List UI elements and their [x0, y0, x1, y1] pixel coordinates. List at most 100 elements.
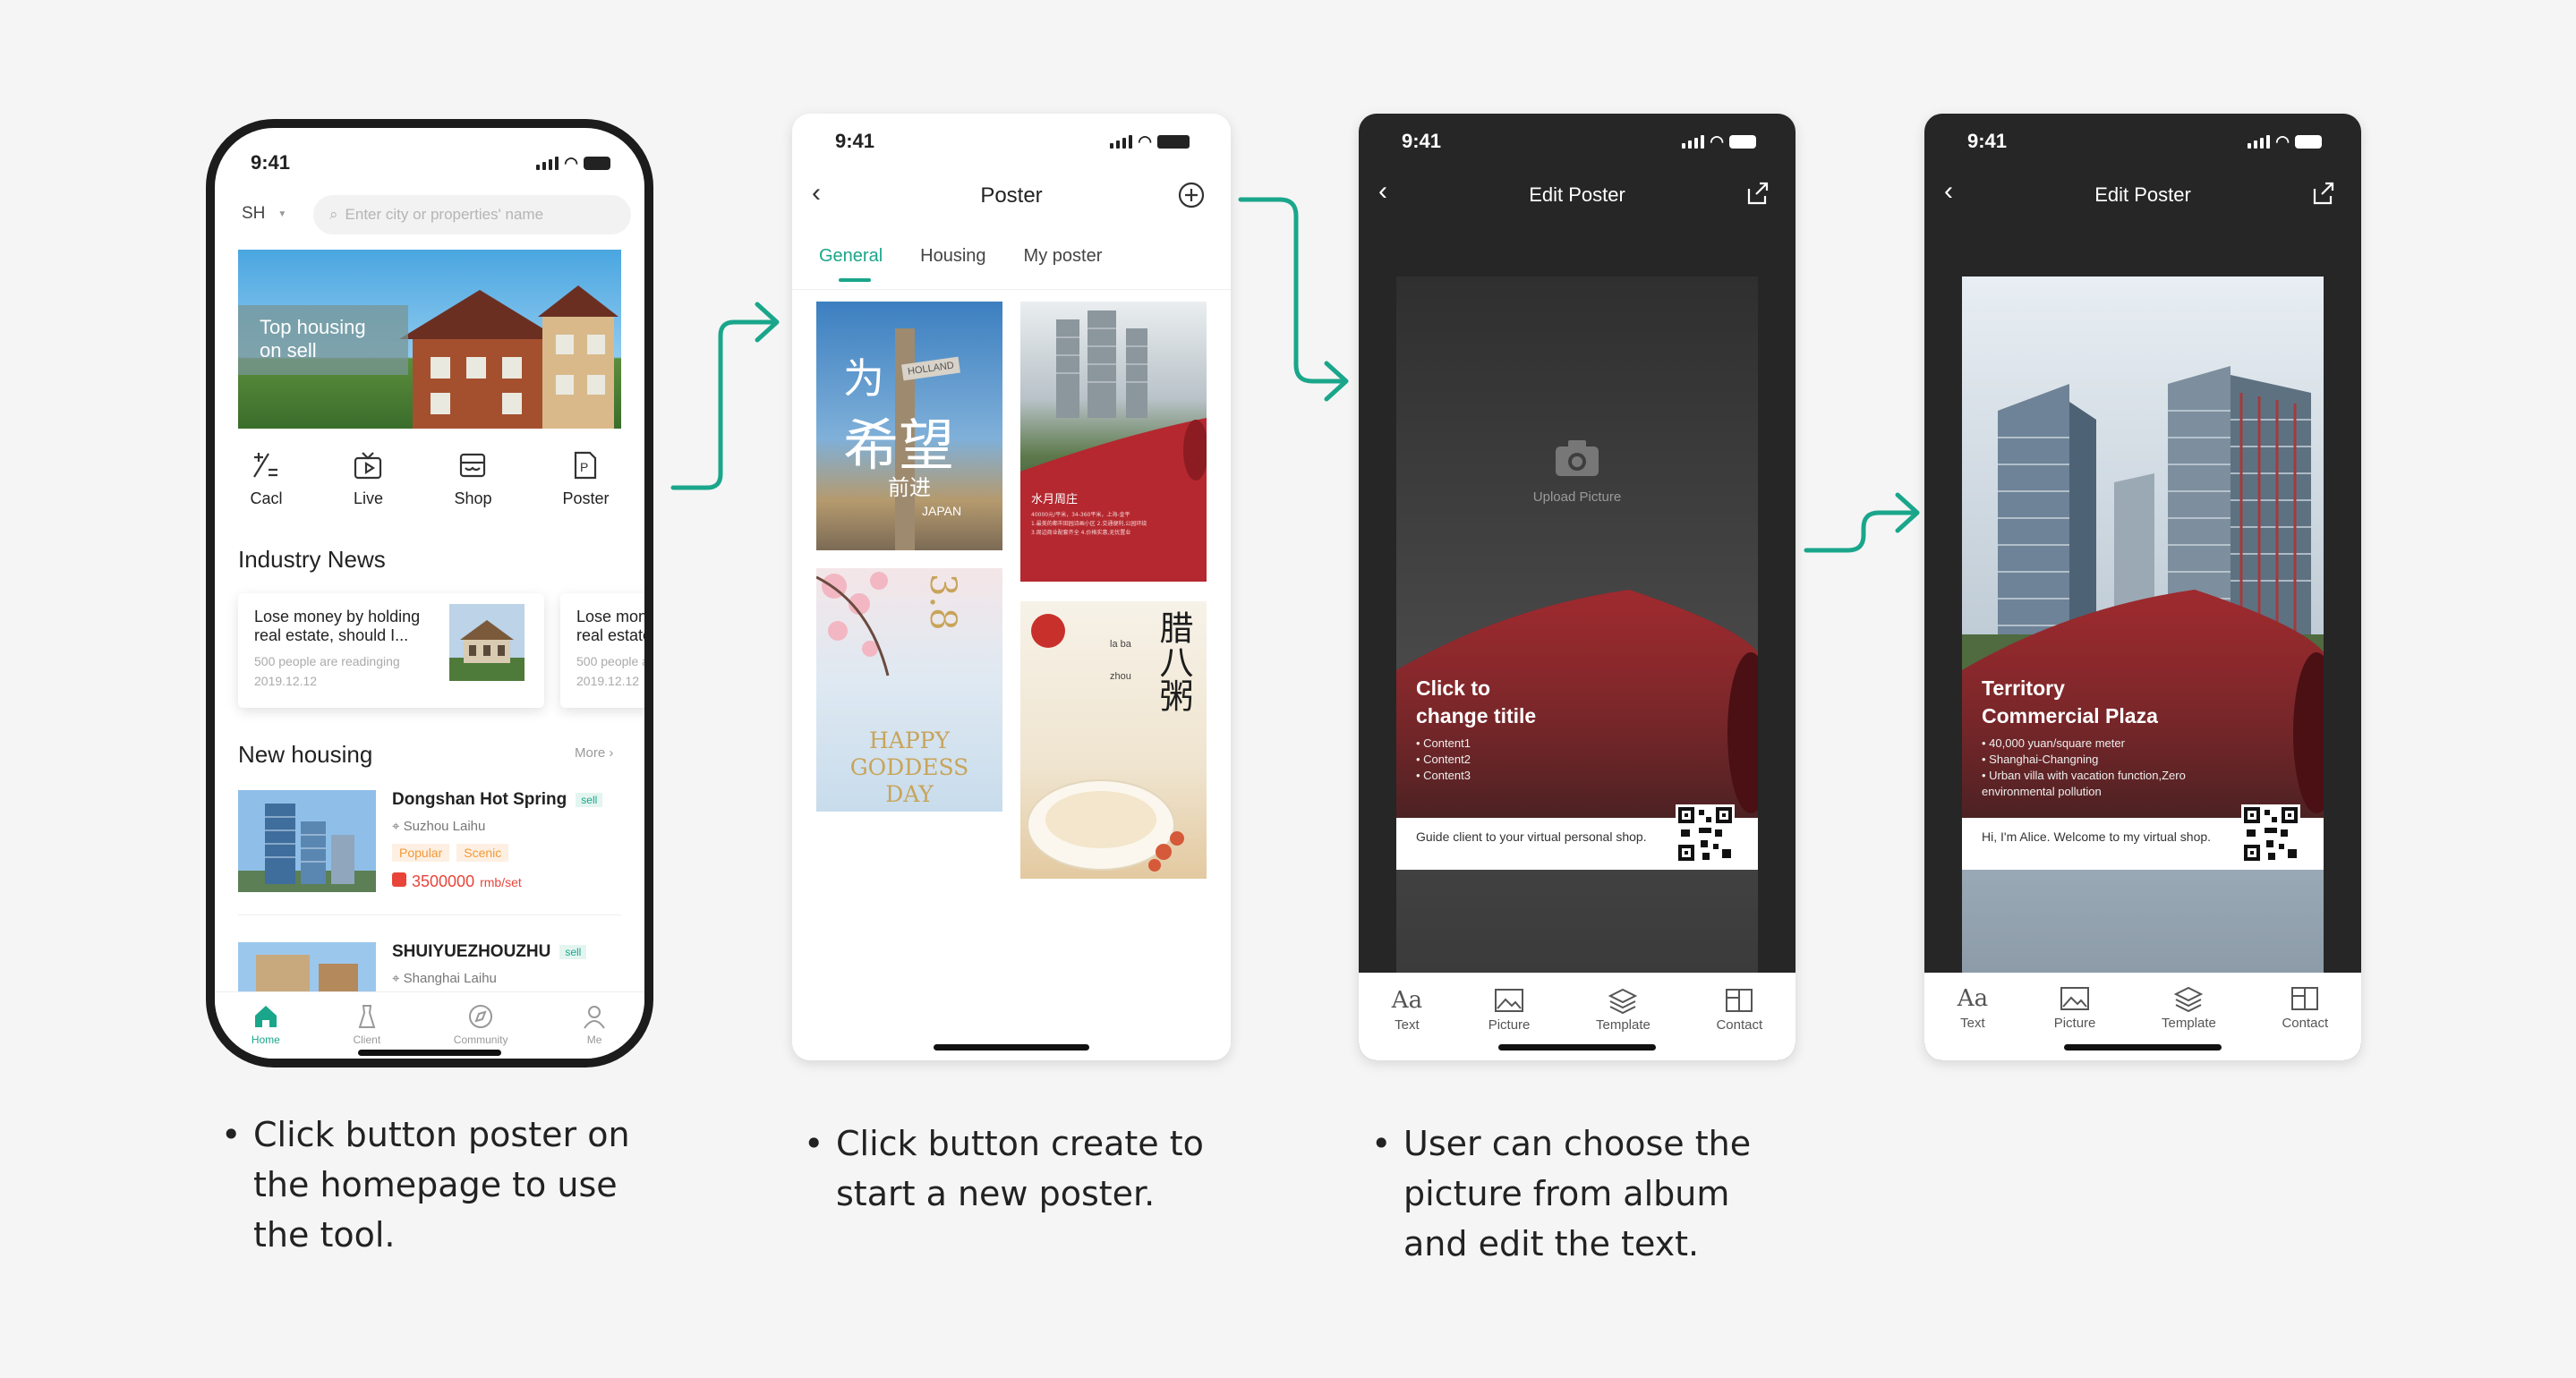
porridge-bowl-image: [1027, 779, 1184, 872]
poster-thumbnail[interactable]: 水月周庄 40000元/平米，34-360平米，上海-金平 1.最美的都市田园诗…: [1020, 302, 1207, 582]
poster-number: 3.8: [922, 574, 963, 631]
active-tab-indicator: [839, 278, 871, 282]
listing-item[interactable]: SHUIYUEZHOUZHU sell ⌖ Shanghai Laihu: [238, 942, 621, 996]
create-poster-button[interactable]: [1177, 181, 1206, 214]
tab-home[interactable]: Home: [251, 1003, 280, 1059]
poster-bullets: • Content1 • Content2 • Content3: [1416, 736, 1471, 784]
news-card[interactable]: Lose money by holding real estate, shoul…: [560, 593, 644, 708]
banner[interactable]: Top housing on sell: [238, 250, 621, 429]
share-button[interactable]: [2309, 180, 2336, 211]
tab-bar: Home Client Community Me: [215, 991, 644, 1059]
status-icons: ◠: [536, 154, 610, 173]
status-time: 9:41: [1967, 130, 2008, 152]
poster-icon: P: [575, 451, 597, 480]
listing-name: SHUIYUEZHOUZHU: [392, 942, 551, 961]
shop-icon: [460, 453, 486, 478]
tool-contact[interactable]: Contact: [2282, 985, 2328, 1060]
city-selector[interactable]: SH ▼: [242, 204, 286, 224]
quick-cacl[interactable]: Cacl: [250, 450, 283, 508]
tool-contact[interactable]: Contact: [1716, 987, 1762, 1060]
listing-item[interactable]: Dongshan Hot Spring sell ⌖ Suzhou Laihu …: [238, 790, 621, 915]
phone-home: 9:41 ◠ SH ▼ ⌕ Enter city or properties' na…: [206, 119, 653, 1068]
tab-housing[interactable]: Housing: [920, 246, 985, 267]
person-icon: [584, 1006, 605, 1029]
search-placeholder: Enter city or properties' name: [345, 206, 544, 223]
poster-thumbnail[interactable]: HOLLAND 为 希望 前进 JAPAN: [816, 302, 1002, 550]
tab-client[interactable]: Client: [353, 1003, 381, 1059]
tab-general[interactable]: General: [819, 246, 883, 282]
location-icon: ⌖: [392, 819, 400, 834]
price-icon: [392, 872, 406, 887]
bullet-text: Content3: [1423, 769, 1471, 782]
search-icon: ⌕: [329, 206, 338, 223]
caption-text: Click button poster on the homepage to u…: [253, 1115, 630, 1255]
sign-tag: JAPAN: [922, 504, 962, 518]
status-time: 9:41: [835, 130, 875, 152]
contact-icon: [2291, 987, 2319, 1010]
quick-poster[interactable]: P Poster: [562, 450, 609, 508]
quick-label: Live: [353, 489, 383, 507]
phone-edit-filled: 9:41 ◠ ‹ Edit Poster Territory Commercia…: [1924, 114, 2361, 1060]
calculator-icon: [253, 453, 278, 478]
listing-thumbnail: [238, 790, 376, 892]
poster-tabs: General Housing My poster: [819, 246, 1103, 282]
tabs-divider: [792, 289, 1231, 290]
bullet-item: • Urban villa with vacation function,Zer…: [1982, 769, 2186, 798]
tv-icon: [354, 452, 382, 480]
quick-live[interactable]: Live: [353, 450, 383, 508]
phone-poster-list: 9:41 ◠ ‹ Poster General Housing My poste…: [792, 114, 1231, 1060]
housing-section-title: New housing: [238, 741, 373, 768]
listing-thumbnail: [238, 942, 376, 996]
qr-code-icon: [2241, 804, 2300, 863]
tool-text[interactable]: Aa Text: [1392, 987, 1422, 1060]
caption-step-2: • Click button create to start a new post…: [804, 1119, 1212, 1219]
tab-label: Community: [453, 1034, 508, 1046]
plus-circle-icon: [1178, 182, 1205, 208]
tool-label: Template: [2161, 1016, 2216, 1031]
status-icons: ◠: [2248, 132, 2322, 151]
bullet-item: • 40,000 yuan/square meter: [1982, 736, 2125, 750]
sell-badge: sell: [576, 793, 603, 807]
share-button[interactable]: [1744, 180, 1770, 211]
bullet-dot: •: [1371, 1124, 1392, 1163]
tool-label: Text: [1960, 1016, 1985, 1031]
tab-label: Home: [251, 1034, 280, 1046]
poster-canvas: Upload Picture Click to change titile • …: [1396, 276, 1758, 985]
status-bar: 9:41 ◠: [1402, 130, 1756, 153]
news-card[interactable]: Lose money by holding real estate, shoul…: [238, 593, 544, 708]
status-bar: 9:41 ◠: [1967, 130, 2322, 153]
poster-thumbnail[interactable]: 腊八粥 la ba zhou: [1020, 601, 1207, 879]
tool-label: Template: [1595, 1017, 1651, 1033]
upload-picture-button[interactable]: Upload Picture: [1396, 438, 1758, 505]
listing-name: Dongshan Hot Spring: [392, 790, 567, 809]
search-input[interactable]: ⌕ Enter city or properties' name: [313, 195, 631, 234]
bullet-text: 40,000 yuan/square meter: [1989, 736, 2125, 750]
home-indicator: [2064, 1044, 2222, 1051]
poster-canvas: Territory Commercial Plaza • 40,000 yuan…: [1962, 276, 2324, 985]
poster-thumbnail[interactable]: 3.8 HAPPY GODDESS DAY: [816, 568, 1002, 812]
tool-text[interactable]: Aa Text: [1958, 985, 1988, 1060]
tab-community[interactable]: Community: [453, 1003, 508, 1059]
tab-me[interactable]: Me: [581, 1003, 608, 1059]
status-bar: 9:41 ◠: [251, 151, 610, 174]
picture-icon: [2060, 987, 2090, 1010]
caption-text: User can choose the picture from album a…: [1403, 1124, 1752, 1263]
tab-label: Client: [353, 1034, 381, 1046]
arrow-2: [1238, 197, 1347, 384]
more-link[interactable]: More ›: [575, 745, 613, 761]
bullet-item: • Content3: [1416, 769, 1471, 782]
text-icon: Aa: [1957, 985, 1989, 1012]
bullet-item: • Content2: [1416, 753, 1471, 766]
tab-label: General: [819, 246, 883, 266]
bullet-text: Urban villa with vacation function,Zero …: [1982, 769, 2186, 798]
camera-icon: [1556, 440, 1599, 476]
banner-caption: Top housing on sell: [238, 305, 408, 375]
footer-text: Guide client to your virtual personal sh…: [1416, 829, 1647, 844]
client-icon: [358, 1005, 376, 1028]
quick-shop[interactable]: Shop: [454, 450, 491, 508]
listing-price: 3500000: [412, 872, 475, 890]
poster-text: 前进: [888, 475, 931, 500]
share-icon: [1747, 182, 1769, 205]
tab-my-poster[interactable]: My poster: [1024, 246, 1103, 267]
layers-icon: [2174, 986, 2204, 1012]
